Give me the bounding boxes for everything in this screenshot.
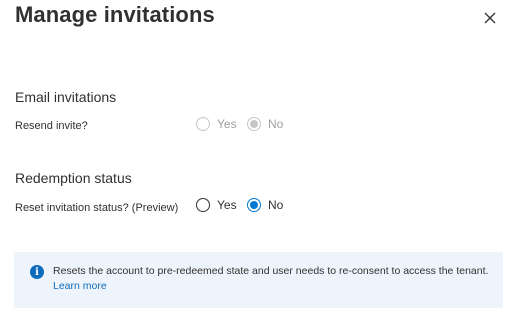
radio-label: No	[268, 198, 284, 212]
panel-title: Manage invitations	[15, 2, 215, 27]
radio-unchecked-icon	[196, 198, 210, 212]
info-icon: i	[30, 265, 44, 279]
radio-label: Yes	[217, 198, 237, 212]
resend-invite-yes-radio[interactable]: Yes	[196, 117, 237, 131]
resend-invite-label: Resend invite?	[15, 120, 88, 132]
learn-more-link[interactable]: Learn more	[53, 280, 107, 292]
info-message-bar: i Resets the account to pre-redeemed sta…	[14, 252, 503, 308]
radio-label: Yes	[217, 117, 237, 131]
radio-checked-icon	[247, 117, 261, 131]
email-invitations-heading: Email invitations	[15, 89, 117, 105]
radio-unchecked-icon	[196, 117, 210, 131]
radio-checked-icon	[247, 198, 261, 212]
info-message: Resets the account to pre-redeemed state…	[53, 264, 493, 294]
close-button[interactable]	[479, 7, 501, 29]
radio-label: No	[268, 117, 284, 131]
resend-invite-no-radio[interactable]: No	[247, 117, 283, 131]
reset-status-yes-radio[interactable]: Yes	[196, 198, 237, 212]
reset-invitation-status-label: Reset invitation status? (Preview)	[15, 202, 179, 214]
reset-status-no-radio[interactable]: No	[247, 198, 283, 212]
redemption-status-heading: Redemption status	[15, 170, 132, 186]
close-icon	[484, 12, 496, 24]
info-message-text: Resets the account to pre-redeemed state…	[53, 265, 489, 277]
